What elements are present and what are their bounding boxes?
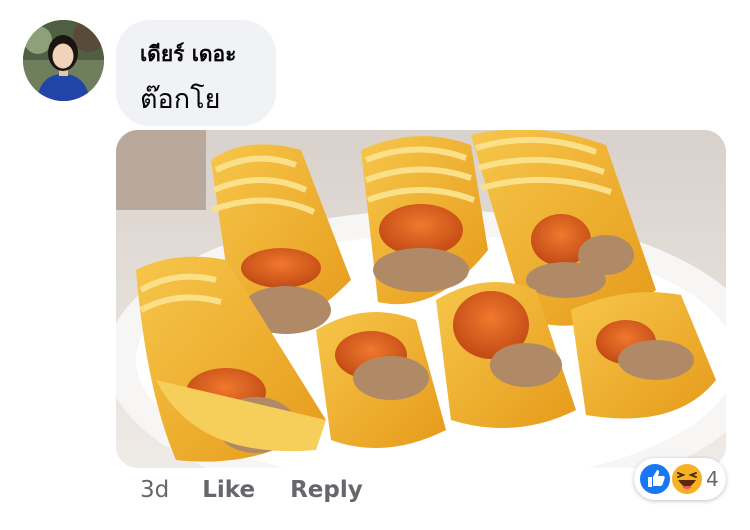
haha-icon — [670, 462, 704, 496]
reaction-count: 4 — [706, 467, 719, 491]
comment-author[interactable]: เดียร์ เดอะ — [140, 38, 236, 71]
reactions-summary[interactable]: 4 — [634, 458, 726, 500]
comment-actions: 3d Like Reply — [140, 474, 363, 506]
comment-text: ต๊อกโย — [140, 84, 221, 115]
reply-button[interactable]: Reply — [290, 477, 363, 503]
comment-photo[interactable] — [116, 130, 726, 468]
food-photo — [116, 130, 726, 468]
like-button[interactable]: Like — [202, 477, 255, 503]
like-icon — [638, 462, 672, 496]
avatar[interactable] — [23, 20, 104, 101]
comment-bubble: เดียร์ เดอะ ต๊อกโย — [116, 20, 276, 126]
comment-timestamp[interactable]: 3d — [140, 477, 169, 503]
avatar-image — [23, 20, 104, 101]
